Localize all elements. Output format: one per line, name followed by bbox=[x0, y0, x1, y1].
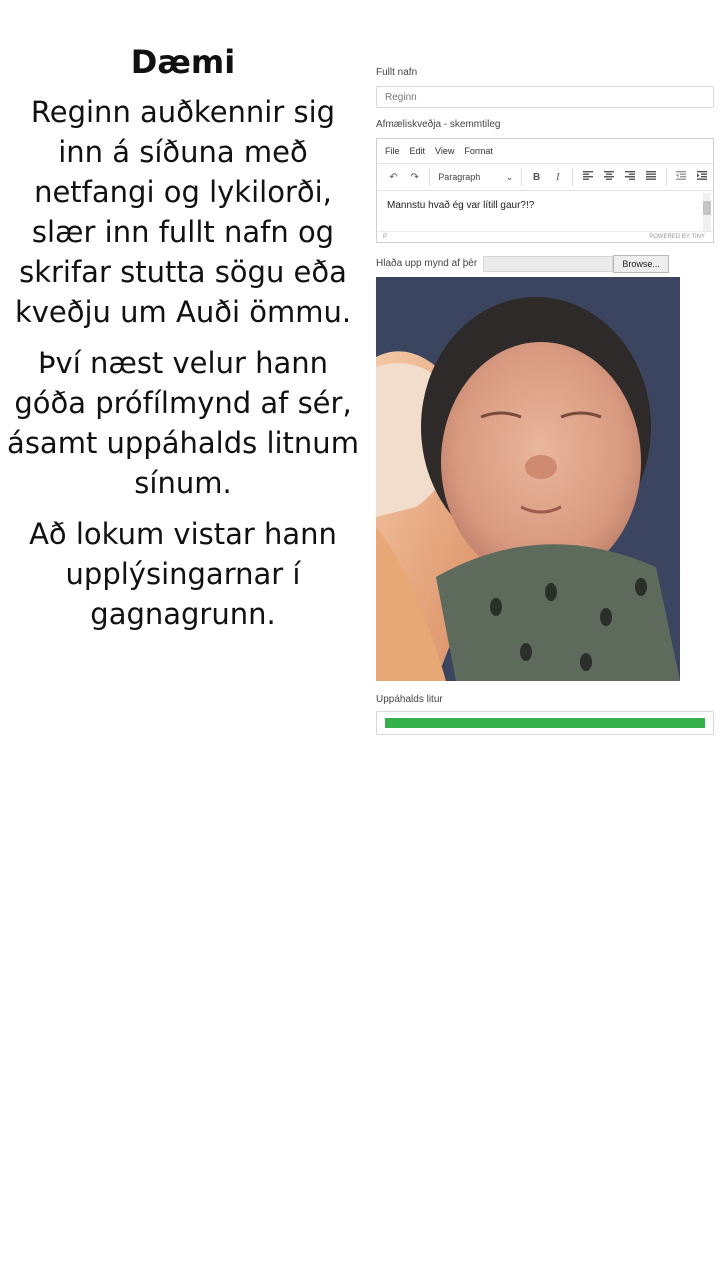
intro-title: Dæmi bbox=[130, 43, 236, 81]
menu-view[interactable]: View bbox=[435, 146, 454, 156]
name-label: Fullt nafn bbox=[376, 67, 418, 78]
color-label: Uppáhalds litur bbox=[376, 694, 443, 705]
intro-text-column: Dæmi Reginn auðkennir sig inn á síðuna m… bbox=[6, 40, 360, 645]
indent-icon[interactable] bbox=[692, 171, 713, 183]
upload-row: Hlaða upp mynd af þér Browse... bbox=[376, 255, 714, 273]
toolbar-divider bbox=[665, 168, 667, 186]
favorite-color-picker[interactable] bbox=[376, 711, 714, 735]
full-name-input[interactable]: Reginn bbox=[376, 86, 714, 108]
editor-scrollbar[interactable] bbox=[703, 193, 711, 231]
intro-paragraph-3: Að lokum vistar hann upplýsingarnar í ga… bbox=[29, 517, 337, 631]
profile-photo-preview bbox=[376, 277, 680, 681]
align-center-icon[interactable] bbox=[598, 171, 619, 183]
redo-icon[interactable]: ↷ bbox=[404, 172, 425, 183]
editor-menubar: File Edit View Format bbox=[377, 139, 713, 164]
editor-content-text: Mannstu hvað ég var lítill gaur?!? bbox=[387, 200, 535, 211]
menu-file[interactable]: File bbox=[385, 146, 400, 156]
upload-label: Hlaða upp mynd af þér bbox=[376, 258, 478, 269]
color-swatch bbox=[385, 718, 705, 728]
toolbar-divider bbox=[521, 168, 523, 186]
intro-paragraph-1: Reginn auðkennir sig inn á síðuna með ne… bbox=[14, 95, 352, 329]
menu-edit[interactable]: Edit bbox=[410, 146, 426, 156]
editor-toolbar: ↶ ↷ Paragraph ⌄ B I bbox=[377, 164, 713, 191]
browse-button[interactable]: Browse... bbox=[613, 255, 670, 273]
file-path-field[interactable] bbox=[483, 256, 614, 272]
powered-by-label: POWERED BY TINY bbox=[649, 234, 705, 240]
toolbar-divider bbox=[572, 168, 574, 186]
editor-element-path: P bbox=[383, 234, 388, 240]
align-justify-icon[interactable] bbox=[641, 171, 662, 183]
menu-format[interactable]: Format bbox=[464, 146, 493, 156]
align-right-icon[interactable] bbox=[620, 171, 641, 183]
profile-form: Fullt nafn Reginn Afmæliskveðja - skemmt… bbox=[376, 66, 714, 735]
editor-statusbar: P POWERED BY TINY bbox=[377, 231, 713, 242]
paragraph-format-select[interactable]: Paragraph ⌄ bbox=[434, 172, 517, 183]
paragraph-format-value: Paragraph bbox=[438, 171, 481, 182]
toolbar-divider bbox=[429, 168, 431, 186]
editor-content-area[interactable]: Mannstu hvað ég var lítill gaur?!? bbox=[377, 191, 713, 231]
outdent-icon[interactable] bbox=[671, 171, 692, 183]
chevron-down-icon: ⌄ bbox=[505, 171, 514, 182]
italic-icon[interactable]: I bbox=[547, 172, 568, 183]
rich-text-editor: File Edit View Format ↶ ↷ Paragraph ⌄ B … bbox=[376, 138, 714, 243]
align-left-icon[interactable] bbox=[577, 171, 598, 183]
greeting-label: Afmæliskveðja - skemmtileg bbox=[376, 119, 501, 130]
undo-icon[interactable]: ↶ bbox=[383, 172, 404, 183]
baby-photo-image bbox=[376, 277, 680, 681]
bold-icon[interactable]: B bbox=[526, 172, 547, 183]
intro-paragraph-2: Því næst velur hann góða prófílmynd af s… bbox=[7, 346, 359, 500]
